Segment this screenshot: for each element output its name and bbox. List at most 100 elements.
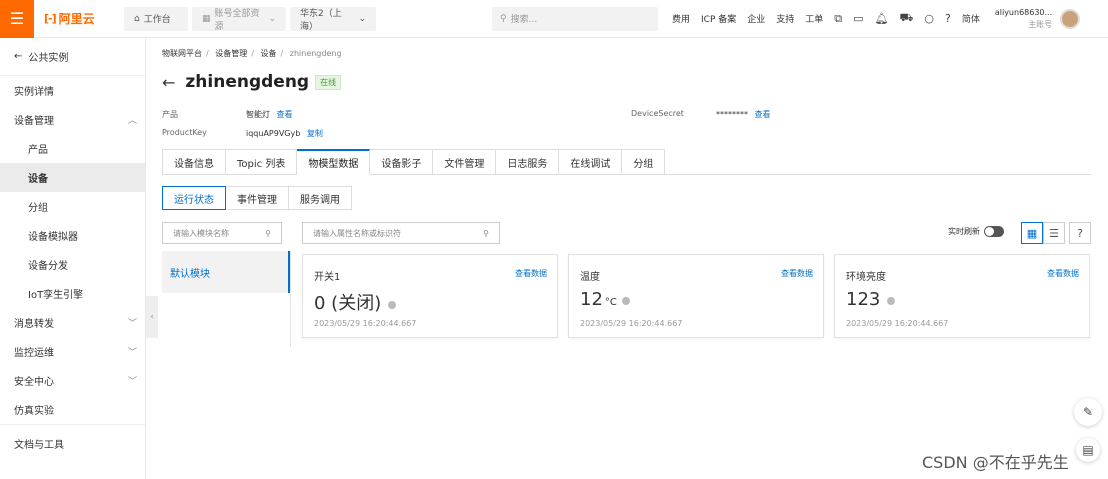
attribute-search-input[interactable]: 请输入属性名称或标识符 ⚲ [302, 222, 500, 244]
sidebar-item-label: 实例详情 [14, 87, 54, 98]
bulb-icon[interactable]: ○ [924, 12, 934, 25]
tab-log-service[interactable]: 日志服务 [496, 149, 560, 175]
arrow-left-icon: ← [14, 51, 23, 62]
secret-view-link[interactable]: 查看 [755, 110, 771, 119]
list-view-button[interactable]: ☰ [1043, 222, 1065, 244]
top-bar: ☰ [-] 阿里云 ⌂ 工作台 ▦ 账号全部资源 ⌄ 华东2（上海） ⌄ ⚲ 搜… [0, 0, 1108, 38]
aliyun-logo[interactable]: [-] 阿里云 [44, 10, 116, 27]
chat-float-button[interactable]: ▤ [1076, 438, 1100, 462]
chevron-down-icon: ⌄ [268, 13, 276, 24]
realtime-refresh-toggle[interactable] [984, 226, 1004, 237]
top-link-ticket[interactable]: 工单 [805, 12, 823, 25]
sidebar-item-docs[interactable]: 文档与工具 [0, 425, 145, 461]
grid-view-button[interactable]: ▦ [1021, 222, 1043, 244]
tab-device-info[interactable]: 设备信息 [162, 149, 226, 175]
sidebar-collapse-handle[interactable]: ‹ [146, 296, 158, 338]
breadcrumb-item[interactable]: 设备 [261, 49, 277, 58]
tab-topic-list[interactable]: Topic 列表 [226, 149, 298, 175]
chevron-down-icon: ﹀ [127, 319, 137, 329]
terminal-icon[interactable]: ▭ [853, 12, 863, 25]
tab-group[interactable]: 分组 [622, 149, 666, 175]
user-role: 主账号 [1028, 19, 1053, 29]
property-title: 温度 [580, 272, 600, 283]
view-data-link[interactable]: 查看数据 [781, 268, 813, 279]
avatar[interactable] [1060, 8, 1081, 29]
sidebar-item-message-forward[interactable]: 消息转发 ﹀ [0, 308, 145, 337]
list-icon: ☰ [1049, 226, 1059, 240]
user-menu[interactable]: aliyun68630... 主账号 [994, 7, 1081, 31]
help-icon: ? [1077, 226, 1083, 240]
top-link-icp[interactable]: ICP 备案 [701, 12, 736, 25]
watermark: CSDN @不在乎先生 [922, 453, 1069, 472]
subtab-event-management[interactable]: 事件管理 [225, 186, 289, 210]
property-value: 12 [580, 289, 603, 310]
sidebar-item-monitoring[interactable]: 监控运维 ﹀ [0, 337, 145, 366]
sidebar-item-device-management[interactable]: 设备管理 ︿ [0, 105, 145, 134]
top-icons: ⧉ ▭ 🔔︎ ⛟ ○ ? 简体 [834, 11, 991, 26]
property-card: 环境亮度 查看数据 123 2023/05/29 16:20:44.667 [834, 254, 1090, 338]
sidebar-item-group[interactable]: 分组 [0, 192, 145, 221]
top-link-fee[interactable]: 费用 [672, 12, 690, 25]
chat-icon: ▤ [1082, 443, 1094, 457]
page-header: ← zhinengdeng 在线 [162, 72, 342, 92]
module-search-input[interactable]: 请输入模块名称 ⚲ [162, 222, 282, 244]
pencil-icon: ✎ [1082, 405, 1094, 419]
resource-icon: ▦ [202, 13, 211, 24]
sidebar-item-device[interactable]: 设备 [0, 163, 145, 192]
view-data-link[interactable]: 查看数据 [1047, 268, 1079, 279]
bell-icon[interactable]: 🔔︎ [875, 12, 889, 25]
edit-float-button[interactable]: ✎ [1074, 398, 1102, 426]
sidebar-back-button[interactable]: ← 公共实例 [0, 38, 145, 76]
breadcrumb-item[interactable]: 物联网平台 [162, 49, 202, 58]
sidebar-item-simulator[interactable]: 设备模拟器 [0, 221, 145, 250]
product-value: 智能灯 [246, 110, 270, 119]
productkey-copy-link[interactable]: 复制 [307, 129, 323, 138]
property-title: 开关1 [314, 272, 341, 283]
arrow-left-icon[interactable]: ← [162, 73, 175, 92]
secret-value: ******** [716, 110, 748, 119]
sidebar-item-label: 安全中心 [14, 377, 54, 388]
breadcrumb-item[interactable]: 设备管理 [215, 49, 247, 58]
tab-device-shadow[interactable]: 设备影子 [370, 149, 434, 175]
product-label: 产品 [162, 110, 178, 119]
subtab-running-status[interactable]: 运行状态 [162, 186, 226, 210]
sidebar-item-security[interactable]: 安全中心 ﹀ [0, 366, 145, 395]
info-icon[interactable] [887, 297, 896, 305]
module-search-placeholder: 请输入模块名称 [173, 228, 229, 238]
info-icon[interactable] [388, 301, 397, 309]
product-value-row: 智能灯 查看 [246, 109, 293, 120]
top-link-support[interactable]: 支持 [776, 12, 794, 25]
sidebar-item-label: IoT孪生引擎 [28, 290, 84, 301]
top-link-enterprise[interactable]: 企业 [747, 12, 765, 25]
resource-scope-select[interactable]: ▦ 账号全部资源 ⌄ [192, 6, 286, 32]
property-timestamp: 2023/05/29 16:20:44.667 [314, 319, 417, 328]
user-name: aliyun68630... [994, 7, 1053, 17]
sidebar-item-label: 消息转发 [14, 319, 54, 330]
sidebar-item-instance-detail[interactable]: 实例详情 [0, 76, 145, 105]
cart-icon[interactable]: ⛟ [900, 11, 914, 26]
chevron-up-icon: ︿ [127, 116, 137, 126]
module-item-default[interactable]: 默认模块 [162, 251, 290, 293]
info-icon[interactable] [621, 297, 630, 305]
workspace-button[interactable]: ⌂ 工作台 [124, 6, 188, 31]
sidebar-item-simulation[interactable]: 仿真实验 [0, 395, 145, 424]
menu-icon[interactable]: ☰ [0, 0, 34, 38]
subtab-service-call[interactable]: 服务调用 [288, 186, 352, 210]
tab-file-management[interactable]: 文件管理 [433, 149, 497, 175]
language-switch[interactable]: 简体 [962, 12, 980, 25]
global-search-input[interactable]: ⚲ 搜索... [492, 6, 658, 31]
realtime-refresh-label: 实时刷新 [948, 227, 980, 236]
view-data-link[interactable]: 查看数据 [515, 268, 547, 279]
region-select[interactable]: 华东2（上海） ⌄ [290, 6, 376, 32]
product-view-link[interactable]: 查看 [277, 110, 293, 119]
sidebar-item-label: 产品 [28, 145, 48, 156]
tab-online-debug[interactable]: 在线调试 [559, 149, 623, 175]
sidebar-item-product[interactable]: 产品 [0, 134, 145, 163]
help-button[interactable]: ? [1069, 222, 1091, 244]
status-badge: 在线 [315, 74, 342, 90]
sidebar-item-distribution[interactable]: 设备分发 [0, 250, 145, 279]
help-icon[interactable]: ? [945, 12, 951, 25]
app-icon[interactable]: ⧉ [834, 12, 842, 26]
sidebar-item-iot-twin[interactable]: IoT孪生引擎 [0, 279, 145, 308]
tab-thing-model-data[interactable]: 物模型数据 [297, 149, 371, 175]
